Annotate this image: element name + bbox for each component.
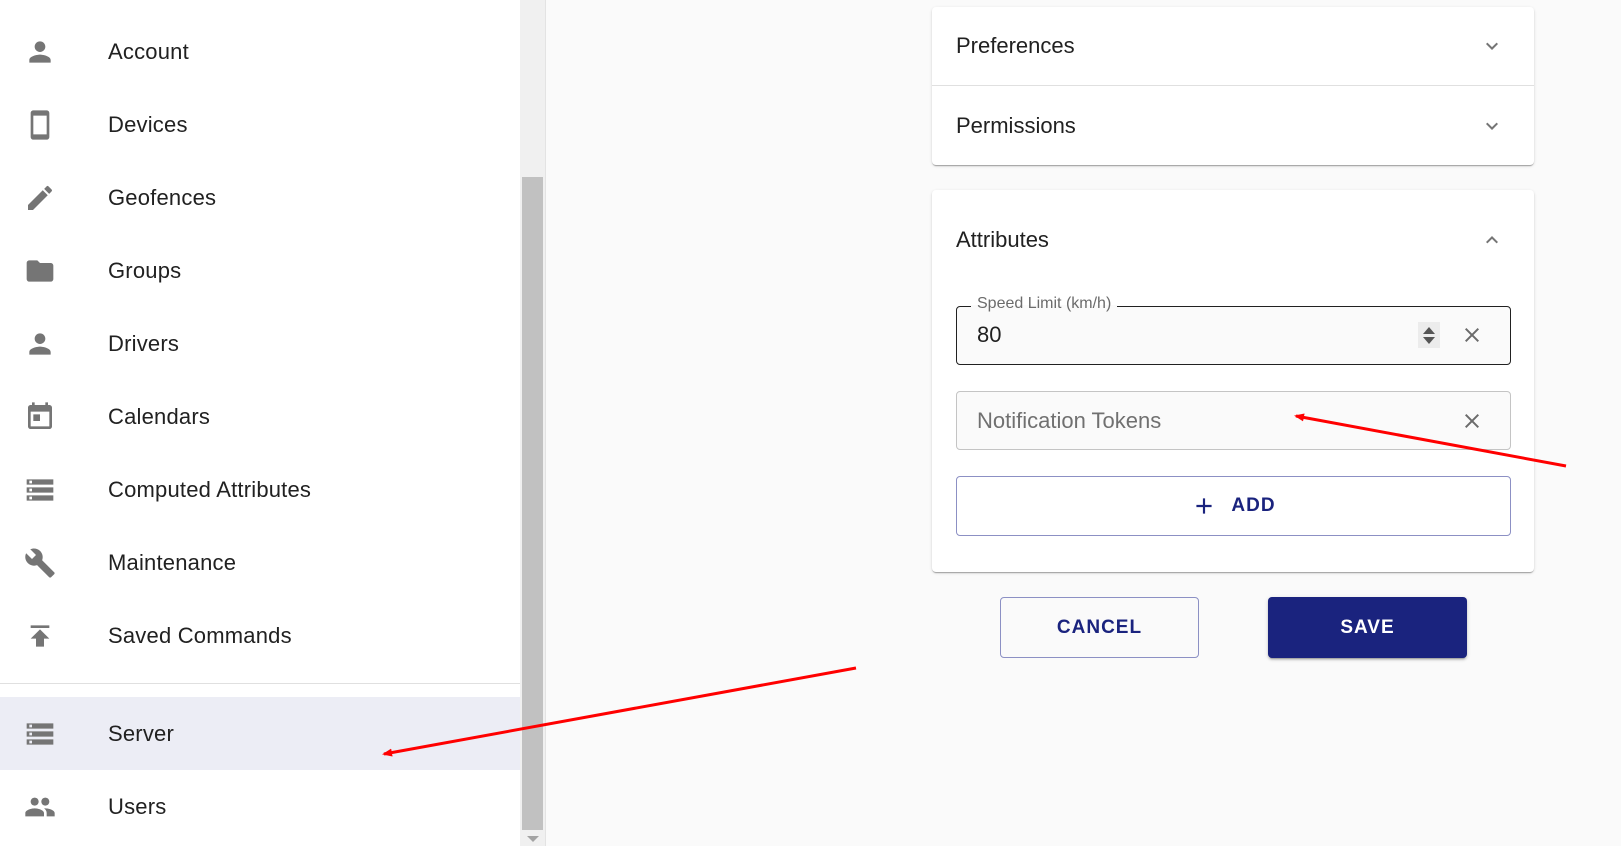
people-icon <box>24 791 56 823</box>
sidebar: Account Devices Geofences Groups Drivers… <box>0 0 520 846</box>
chevron-down-icon[interactable] <box>1480 34 1504 58</box>
person-icon <box>24 328 56 360</box>
person-icon <box>24 36 56 68</box>
close-icon[interactable] <box>1460 409 1484 433</box>
add-label: ADD <box>1231 495 1276 516</box>
accordion-title: Preferences <box>956 33 1075 58</box>
sidebar-item-label: Calendars <box>108 403 211 429</box>
accordion-attributes[interactable]: Attributes <box>932 200 1534 280</box>
add-attribute-button[interactable]: ADD <box>956 476 1511 536</box>
save-button[interactable]: SAVE <box>1268 597 1467 658</box>
notification-tokens-input[interactable]: Notification Tokens <box>977 408 1161 434</box>
pencil-icon <box>24 182 56 214</box>
smartphone-icon <box>24 109 56 141</box>
attributes-card: Attributes Speed Limit (km/h) 80 Notific… <box>932 190 1534 572</box>
cancel-button[interactable]: CANCEL <box>1000 597 1199 658</box>
sidebar-item-users[interactable]: Users <box>0 770 520 843</box>
sidebar-item-calendars[interactable]: Calendars <box>0 380 520 453</box>
sidebar-item-maintenance[interactable]: Maintenance <box>0 526 520 599</box>
sidebar-item-label: Computed Attributes <box>108 476 312 502</box>
plus-icon <box>1196 498 1212 514</box>
sidebar-item-geofences[interactable]: Geofences <box>0 161 520 234</box>
chevron-up-icon[interactable] <box>1480 228 1504 252</box>
sidebar-item-devices[interactable]: Devices <box>0 88 520 161</box>
spin-up-icon[interactable] <box>1423 326 1435 334</box>
sidebar-item-server[interactable]: Server <box>0 697 520 770</box>
accordion-permissions[interactable]: Permissions <box>932 86 1534 165</box>
sidebar-item-label: Drivers <box>108 330 180 356</box>
sidebar-scrollbar[interactable] <box>520 0 546 846</box>
notification-tokens-field[interactable]: Notification Tokens <box>956 391 1511 450</box>
speed-limit-label: Speed Limit (km/h) <box>971 295 1118 313</box>
sidebar-item-label: Saved Commands <box>108 622 292 648</box>
sidebar-item-saved-commands[interactable]: Saved Commands <box>0 599 520 672</box>
sidebar-item-label: Groups <box>108 257 182 283</box>
sidebar-item-label: Geofences <box>108 184 217 210</box>
publish-icon <box>24 620 56 652</box>
number-spinner[interactable] <box>1418 322 1440 348</box>
sidebar-item-computed-attributes[interactable]: Computed Attributes <box>0 453 520 526</box>
sidebar-item-account[interactable]: Account <box>0 15 520 88</box>
accordion-title: Permissions <box>956 112 1076 138</box>
sidebar-item-drivers[interactable]: Drivers <box>0 307 520 380</box>
sidebar-item-label: Maintenance <box>108 549 237 575</box>
sidebar-item-label: Account <box>108 38 189 64</box>
sidebar-item-label: Users <box>108 793 167 819</box>
scrollbar-thumb[interactable] <box>522 177 543 830</box>
scroll-down-arrow-icon[interactable] <box>527 836 539 842</box>
spin-down-icon[interactable] <box>1423 336 1435 344</box>
sidebar-item-label: Server <box>108 720 174 746</box>
sidebar-item-label: Devices <box>108 111 188 137</box>
accordion-preferences[interactable]: Preferences <box>932 7 1534 85</box>
speed-limit-field[interactable]: Speed Limit (km/h) 80 <box>956 295 1511 365</box>
accordion-title: Attributes <box>956 227 1049 252</box>
collapsed-sections-card: Preferences Permissions <box>932 7 1534 165</box>
sidebar-item-groups[interactable]: Groups <box>0 234 520 307</box>
close-icon[interactable] <box>1460 323 1484 347</box>
chevron-down-icon[interactable] <box>1480 114 1504 138</box>
speed-limit-input[interactable]: 80 <box>977 322 1001 348</box>
sidebar-divider <box>0 683 520 684</box>
storage-icon <box>24 474 56 506</box>
storage-icon <box>24 718 56 750</box>
wrench-icon <box>24 547 56 579</box>
calendar-icon <box>24 401 56 433</box>
folder-icon <box>24 255 56 287</box>
